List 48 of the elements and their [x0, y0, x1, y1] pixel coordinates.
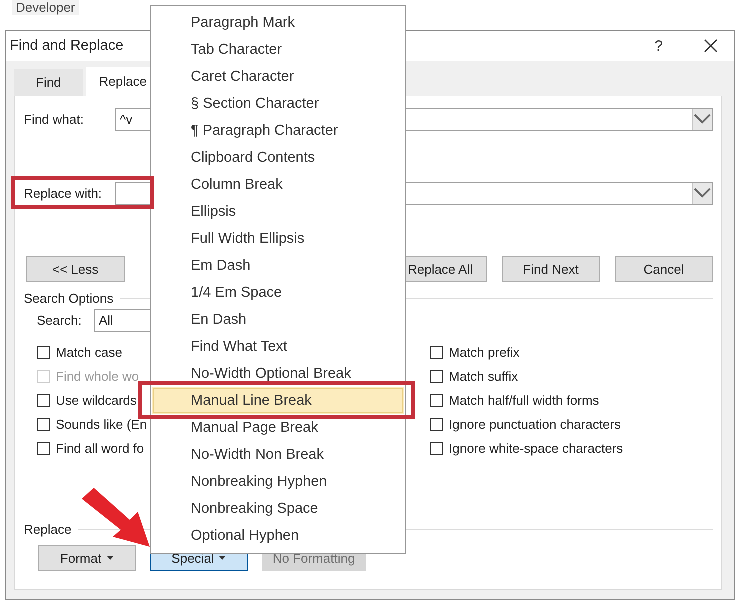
checkbox[interactable] [430, 418, 443, 430]
less-button[interactable]: << Less [26, 256, 125, 282]
menu-item[interactable]: Paragraph Mark [152, 9, 404, 36]
checkbox-label: Ignore white-space characters [449, 440, 624, 456]
field-label: Search: [37, 312, 83, 328]
menu-item[interactable]: No-Width Non Break [152, 441, 404, 468]
checkbox-label: Ignore punctuation characters [449, 416, 621, 432]
checkbox-label: Match half/full width forms [449, 392, 600, 408]
checkbox[interactable] [430, 442, 443, 454]
field-value: ^v [120, 112, 133, 126]
menu-item[interactable]: Tab Character [152, 36, 404, 63]
checkbox-label: Sounds like (En [56, 416, 148, 432]
menu-item[interactable]: Find What Text [152, 333, 404, 360]
checkbox[interactable] [37, 346, 50, 358]
checkbox-label: Use wildcards [56, 392, 137, 408]
tab[interactable]: Find [14, 69, 84, 96]
menu-item[interactable]: Full Width Ellipsis [152, 225, 404, 252]
menu-item[interactable]: Clipboard Contents [152, 144, 404, 171]
menu-item[interactable]: Nonbreaking Hyphen [152, 468, 404, 495]
dropdown-button[interactable] [692, 108, 712, 130]
checkbox[interactable] [37, 394, 50, 406]
menu-item[interactable]: Column Break [152, 171, 404, 198]
checkbox-label: Match prefix [449, 344, 520, 360]
ribbon-tab[interactable]: Developer [12, 0, 80, 15]
checkbox-label: Find whole wo [56, 368, 140, 384]
dropdown-button[interactable] [692, 182, 712, 204]
window-title: Find and Replace [10, 38, 124, 54]
menu-item[interactable]: 1/4 Em Space [152, 279, 404, 306]
help-button[interactable]: ? [654, 38, 663, 54]
dropdown-button[interactable]: Format [38, 545, 136, 571]
section-heading: Search Options [24, 290, 114, 306]
menu-item[interactable]: Nonbreaking Space [152, 495, 404, 522]
checkbox[interactable] [37, 418, 50, 430]
checkbox[interactable] [430, 394, 443, 406]
menu-item[interactable]: Ellipsis [152, 198, 404, 225]
checkbox[interactable] [37, 442, 50, 454]
checkbox-label: Find all word fo [56, 440, 144, 456]
checkbox[interactable] [430, 346, 443, 358]
action-button[interactable]: Cancel [615, 256, 713, 282]
menu-item[interactable]: Manual Line Break [152, 387, 404, 414]
action-button[interactable]: Find Next [502, 256, 600, 282]
field-label: Find what: [24, 112, 85, 126]
section-heading: Replace [24, 522, 72, 536]
checkbox-label: Match suffix [449, 368, 518, 384]
field-label: Replace with: [24, 186, 104, 200]
checkbox[interactable] [430, 370, 443, 382]
checkbox-label: Match case [56, 344, 122, 360]
close-icon[interactable] [704, 39, 718, 53]
